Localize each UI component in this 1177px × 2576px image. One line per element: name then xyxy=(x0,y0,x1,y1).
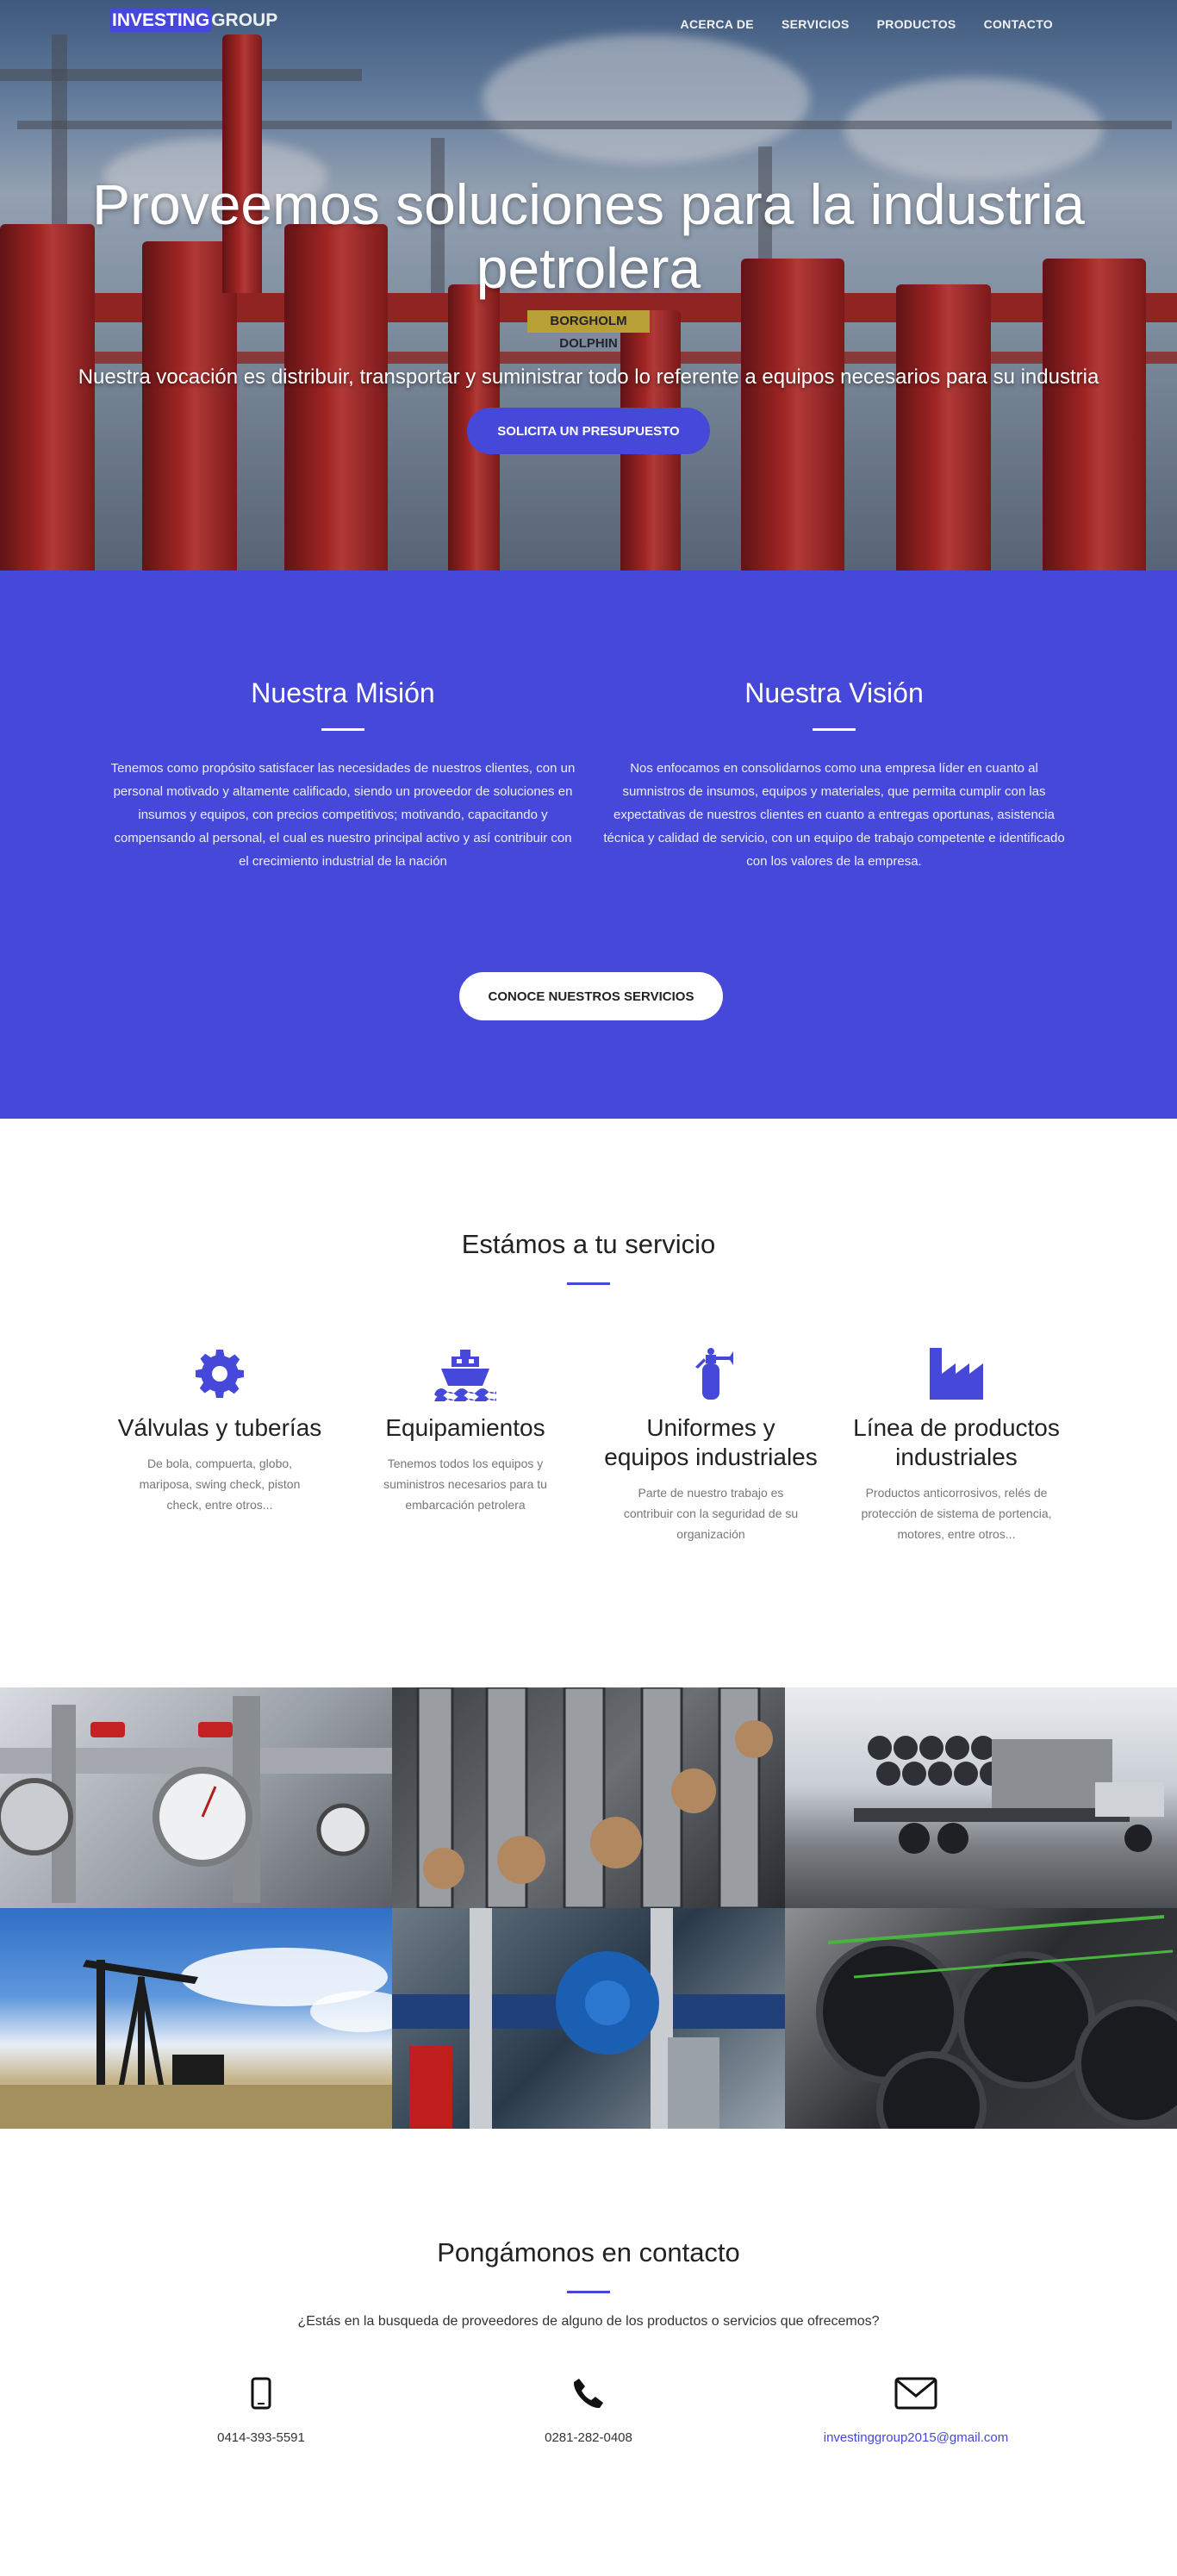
service-text: Productos anticorrosivos, relés de prote… xyxy=(861,1486,1052,1541)
services-section: Estámos a tu servicio Válvulas y tubería… xyxy=(0,1119,1177,1687)
gallery-image-truck-pipes[interactable] xyxy=(785,1687,1177,1908)
nav-link-servicios[interactable]: SERVICIOS xyxy=(782,17,850,31)
service-uniforms: Uniformes y equipos industriales Parte d… xyxy=(603,1344,819,1544)
brand-logo[interactable]: INVESTINGGROUP xyxy=(110,9,278,32)
nav-link-acerca[interactable]: ACERCA DE xyxy=(681,17,754,31)
gallery-image-gauges[interactable] xyxy=(0,1687,392,1908)
divider xyxy=(567,2291,610,2293)
phone-number: 0281-282-0408 xyxy=(545,2430,632,2445)
nav-links: ACERCA DE SERVICIOS PRODUCTOS CONTACTO xyxy=(681,17,1053,31)
contact-question: ¿Estás en la busqueda de proveedores de … xyxy=(297,2314,880,2329)
nav-link-contacto[interactable]: CONTACTO xyxy=(984,17,1053,31)
ship-icon xyxy=(358,1344,573,1403)
gear-icon xyxy=(112,1344,327,1403)
service-text: De bola, compuerta, globo, mariposa, swi… xyxy=(139,1456,301,1512)
product-gallery xyxy=(0,1687,1177,2129)
mobile-number: 0414-393-5591 xyxy=(217,2430,305,2445)
envelope-icon xyxy=(787,2373,1045,2413)
contact-email: investinggroup2015@gmail.com xyxy=(787,2373,1045,2445)
service-title: Válvulas y tuberías xyxy=(117,1414,322,1441)
gallery-image-drill-pipes[interactable] xyxy=(392,1687,785,1908)
service-text: Parte de nuestro trabajo es contribuir c… xyxy=(623,1486,799,1541)
email-link[interactable]: investinggroup2015@gmail.com xyxy=(787,2430,1045,2445)
divider xyxy=(567,1282,610,1285)
mission-column: Nuestra Misión Tenemos como propósito sa… xyxy=(110,677,576,873)
service-text: Tenemos todos los equipos y suministros … xyxy=(383,1456,547,1512)
contact-mobile: 0414-393-5591 xyxy=(132,2373,390,2445)
gallery-image-blue-valves[interactable] xyxy=(392,1908,785,2129)
hero-subtitle: Nuestra vocación es distribuir, transpor… xyxy=(78,365,1099,389)
nav-link-productos[interactable]: PRODUCTOS xyxy=(877,17,956,31)
service-title: Equipamientos xyxy=(385,1414,545,1441)
gallery-image-corrugated-pipes[interactable] xyxy=(785,1908,1177,2129)
mission-title: Nuestra Misión xyxy=(251,677,435,708)
vision-title: Nuestra Visión xyxy=(744,677,924,708)
contact-phone: 0281-282-0408 xyxy=(459,2373,718,2445)
phone-icon xyxy=(459,2373,718,2413)
contact-title: Pongámonos en contacto xyxy=(437,2237,740,2267)
divider xyxy=(321,728,364,731)
vision-column: Nuestra Visión Nos enfocamos en consolid… xyxy=(601,677,1067,873)
brand-name-part1: INVESTING xyxy=(110,9,212,32)
service-industrial-products: Línea de productos industriales Producto… xyxy=(849,1344,1064,1544)
industry-icon xyxy=(849,1344,1064,1403)
services-title: Estámos a tu servicio xyxy=(461,1229,716,1259)
service-equipment: Equipamientos Tenemos todos los equipos … xyxy=(358,1344,573,1515)
mission-text: Tenemos como propósito satisfacer las ne… xyxy=(110,761,576,869)
service-title: Línea de productos industriales xyxy=(853,1414,1060,1470)
divider xyxy=(813,728,856,731)
gallery-image-pumpjack[interactable] xyxy=(0,1908,392,2129)
hero-title: Proveemos soluciones para la industria p… xyxy=(92,172,1085,300)
services-cta-button[interactable]: CONOCE NUESTROS SERVICIOS xyxy=(459,972,723,1020)
brand-name-part2: GROUP xyxy=(211,10,278,30)
service-title: Uniformes y equipos industriales xyxy=(604,1414,818,1470)
fire-extinguisher-icon xyxy=(603,1344,819,1403)
hero-section: BORGHOLM DOLPHIN Proveemos soluciones pa… xyxy=(0,0,1177,571)
contact-section: Pongámonos en contacto ¿Estás en la busq… xyxy=(0,2129,1177,2545)
vision-text: Nos enfocamos en consolidarnos como una … xyxy=(603,761,1065,869)
top-navbar: INVESTINGGROUP ACERCA DE SERVICIOS PRODU… xyxy=(0,0,1177,48)
mobile-phone-icon xyxy=(132,2373,390,2413)
service-valves: Válvulas y tuberías De bola, compuerta, … xyxy=(112,1344,327,1515)
mission-vision-section: Nuestra Misión Tenemos como propósito sa… xyxy=(0,571,1177,1119)
request-quote-button[interactable]: SOLICITA UN PRESUPUESTO xyxy=(467,408,710,454)
